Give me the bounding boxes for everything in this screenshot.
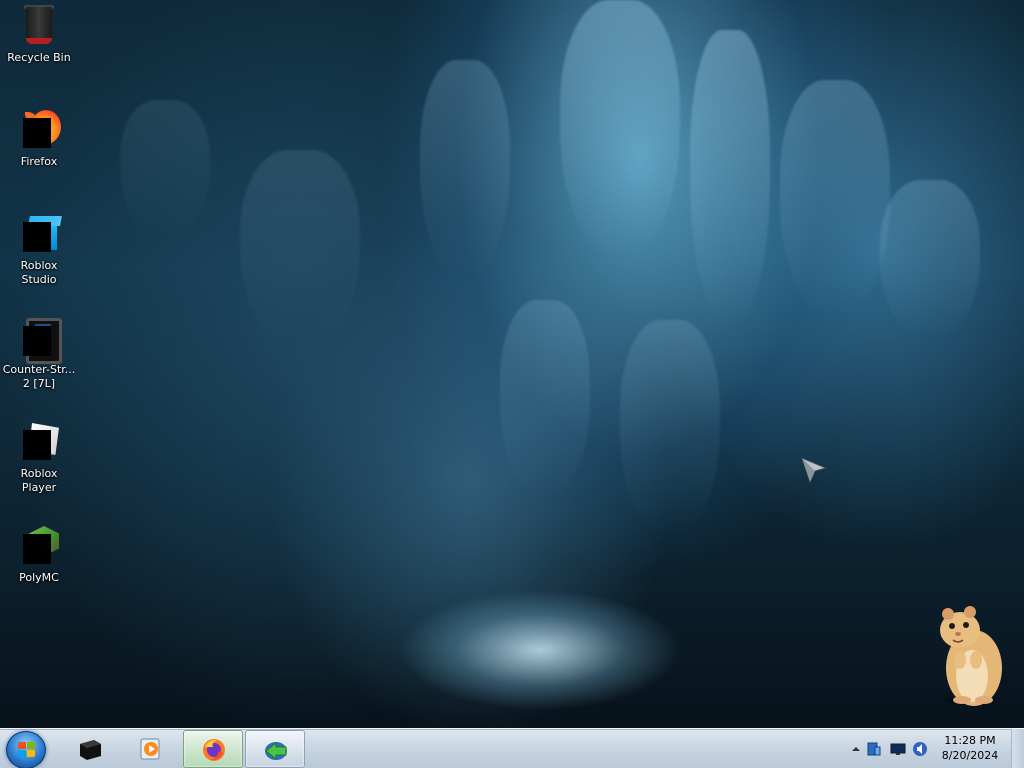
taskbar-button-media-player[interactable] [121,730,179,766]
desktop-icon-polymc[interactable]: PolyMC [0,520,78,585]
roblox-studio-icon [17,212,62,256]
show-desktop-button[interactable] [1011,729,1024,768]
roblox-player-icon [17,420,61,464]
recycle-bin-icon [17,4,61,48]
desktop-icon-counter-strike[interactable]: Counter-Str... 2 [7L] [0,312,78,391]
green-arrow-app-icon [265,741,287,761]
firefox-icon [203,739,225,761]
polymc-icon [17,524,61,568]
desktop-icon-recycle-bin[interactable]: Recycle Bin [0,0,78,65]
desktop-icon-firefox[interactable]: Firefox [0,104,78,169]
network-adapter-icon[interactable] [866,741,882,757]
clock-time: 11:28 PM [944,734,996,747]
desktop-icon-label: Counter-Str... 2 [7L] [2,363,76,390]
clock-date: 8/20/2024 [941,749,999,762]
display-monitor-icon[interactable] [890,741,906,757]
desktop-icon-roblox-studio[interactable]: Roblox Studio [0,208,78,287]
firefox-icon [17,108,61,152]
counter-strike-icon [17,316,62,364]
desktop-icon-label: Firefox [20,155,58,168]
volume-icon[interactable] [912,741,928,757]
desktop[interactable]: Recycle Bin Firefox Roblox Studio Counte… [0,0,1024,768]
windows-start-orb-icon[interactable] [6,731,46,768]
taskbar-button-green-arrow-app[interactable] [245,730,305,768]
black-window-icon [80,740,101,760]
clock[interactable]: 11:28 PM 8/20/2024 [938,733,1002,763]
desktop-icon-label: Roblox Player [20,467,58,494]
system-tray: 11:28 PM 8/20/2024 [842,729,1024,768]
taskbar: 11:28 PM 8/20/2024 [0,728,1024,768]
desktop-icon-label: PolyMC [19,571,59,584]
show-hidden-icons-chevron[interactable] [848,741,864,757]
desktop-icon-label: Recycle Bin [7,51,71,64]
taskbar-button-firefox[interactable] [183,730,243,768]
desktop-icon-roblox-player[interactable]: Roblox Player [0,416,78,495]
media-player-icon [140,738,160,760]
taskbar-button-black-window[interactable] [60,730,118,766]
hamster-gadget-icon[interactable] [936,602,1008,710]
mouse-pointer-icon [801,457,828,484]
desktop-icon-label: Roblox Studio [20,259,58,286]
